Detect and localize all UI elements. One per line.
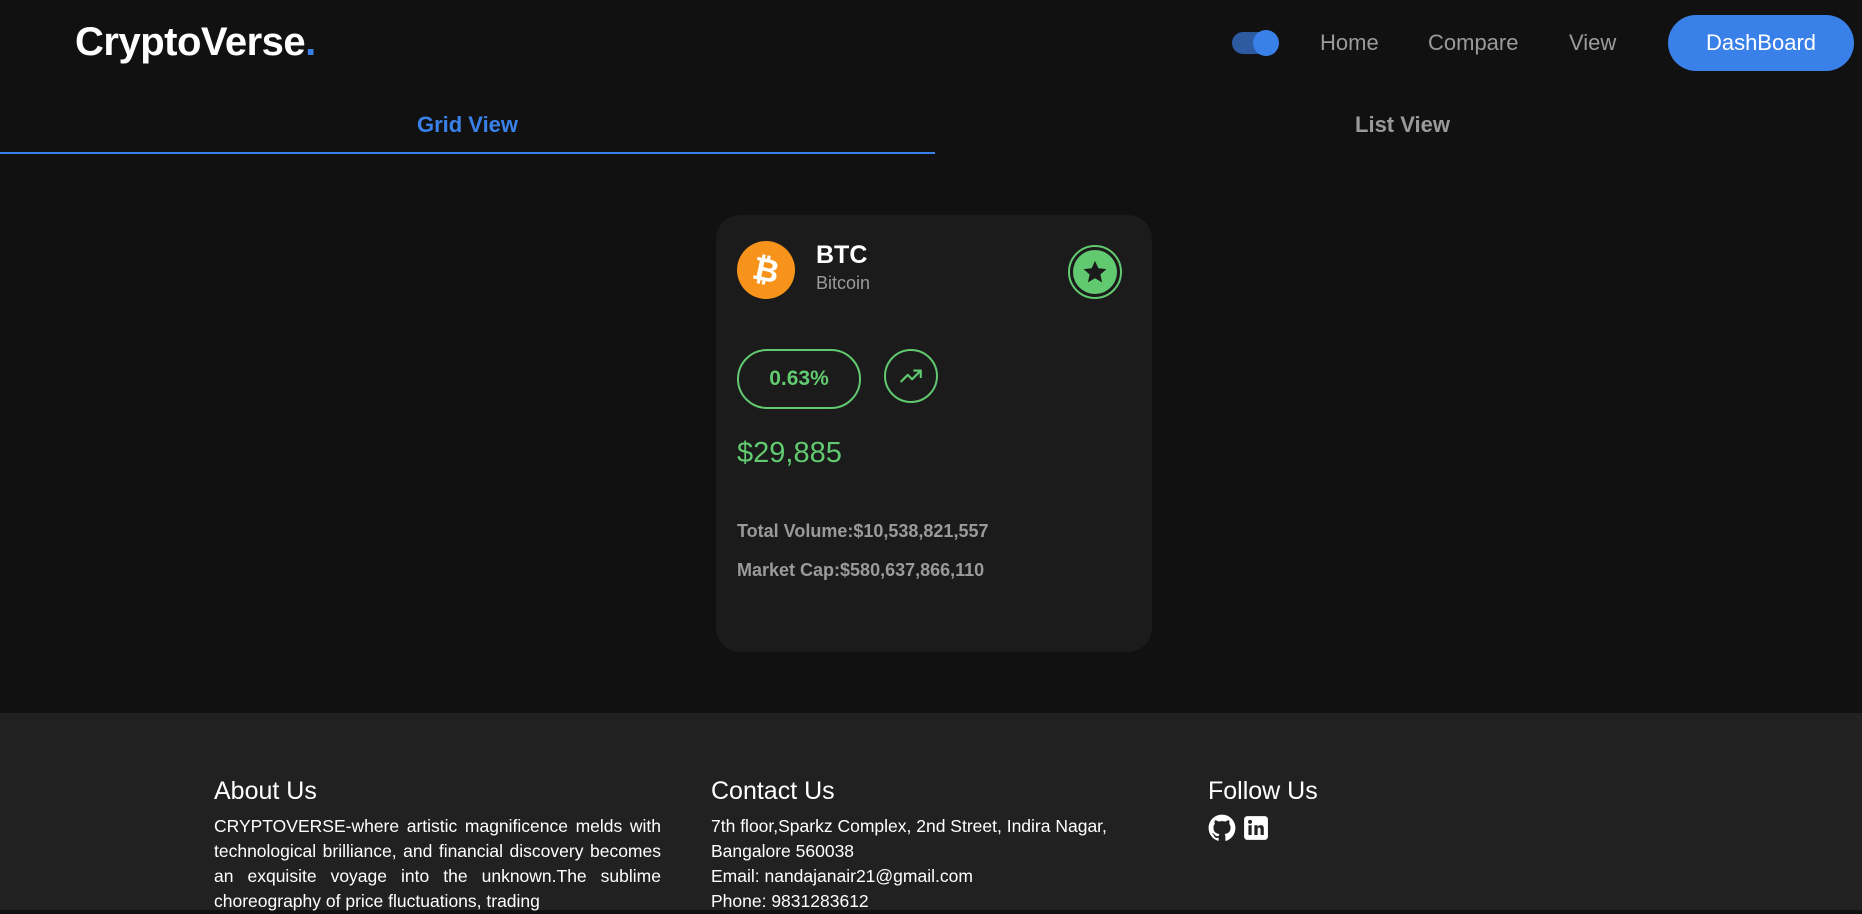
- github-icon[interactable]: [1208, 814, 1236, 842]
- footer-contact: Contact Us 7th floor,Sparkz Complex, 2nd…: [711, 777, 1131, 914]
- linkedin-icon[interactable]: [1242, 814, 1270, 842]
- nav-home-link[interactable]: Home: [1320, 30, 1379, 56]
- coin-price: $29,885: [737, 437, 842, 469]
- social-links: [1208, 814, 1408, 842]
- nav-compare-link[interactable]: Compare: [1428, 30, 1518, 56]
- star-icon: [1073, 250, 1117, 294]
- tab-list-view[interactable]: List View: [935, 98, 1862, 154]
- total-volume: Total Volume:$10,538,821,557: [737, 521, 988, 542]
- about-title: About Us: [214, 777, 317, 805]
- contact-address: 7th floor,Sparkz Complex, 2nd Street, In…: [711, 816, 1107, 861]
- contact-email[interactable]: Email: nandajanair21@gmail.com: [711, 864, 1131, 889]
- total-volume-value: $10,538,821,557: [853, 521, 989, 541]
- market-cap: Market Cap:$580,637,866,110: [737, 560, 984, 581]
- contact-phone: Phone: 9831283612: [711, 891, 869, 911]
- trending-up-icon: [884, 349, 938, 403]
- about-text: CRYPTOVERSE-where artistic magnificence …: [214, 816, 661, 911]
- footer-follow: Follow Us: [1208, 777, 1408, 842]
- favorite-button[interactable]: [1068, 245, 1122, 299]
- logo-text: CryptoVerse: [75, 20, 306, 64]
- market-cap-label: Market Cap:: [737, 560, 841, 580]
- footer-about: About Us CRYPTOVERSE-where artistic magn…: [214, 777, 661, 914]
- svg-text:₿: ₿: [749, 250, 782, 290]
- theme-toggle[interactable]: [1232, 30, 1279, 56]
- bitcoin-icon: ₿: [737, 241, 795, 299]
- tab-grid-view[interactable]: Grid View: [0, 98, 935, 154]
- theme-toggle-knob: [1253, 30, 1279, 56]
- footer: About Us CRYPTOVERSE-where artistic magn…: [0, 713, 1862, 911]
- total-volume-label: Total Volume:: [737, 521, 854, 541]
- coin-card-btc[interactable]: ₿ BTC Bitcoin 0.63% $29,885 Total Volume…: [716, 215, 1152, 652]
- view-tabs: Grid View List View: [0, 98, 1862, 156]
- coin-name: Bitcoin: [816, 273, 871, 293]
- nav-view-link[interactable]: View: [1569, 30, 1616, 56]
- contact-title: Contact Us: [711, 777, 835, 805]
- top-navbar: CryptoVerse. Home Compare View DashBoard: [0, 0, 1862, 86]
- app-logo[interactable]: CryptoVerse.: [75, 20, 316, 65]
- price-change-chip: 0.63%: [737, 349, 861, 409]
- logo-dot: .: [305, 20, 316, 64]
- coin-symbol: BTC: [816, 241, 868, 269]
- follow-title: Follow Us: [1208, 777, 1318, 805]
- market-cap-value: $580,637,866,110: [840, 560, 985, 580]
- dashboard-button[interactable]: DashBoard: [1668, 15, 1854, 71]
